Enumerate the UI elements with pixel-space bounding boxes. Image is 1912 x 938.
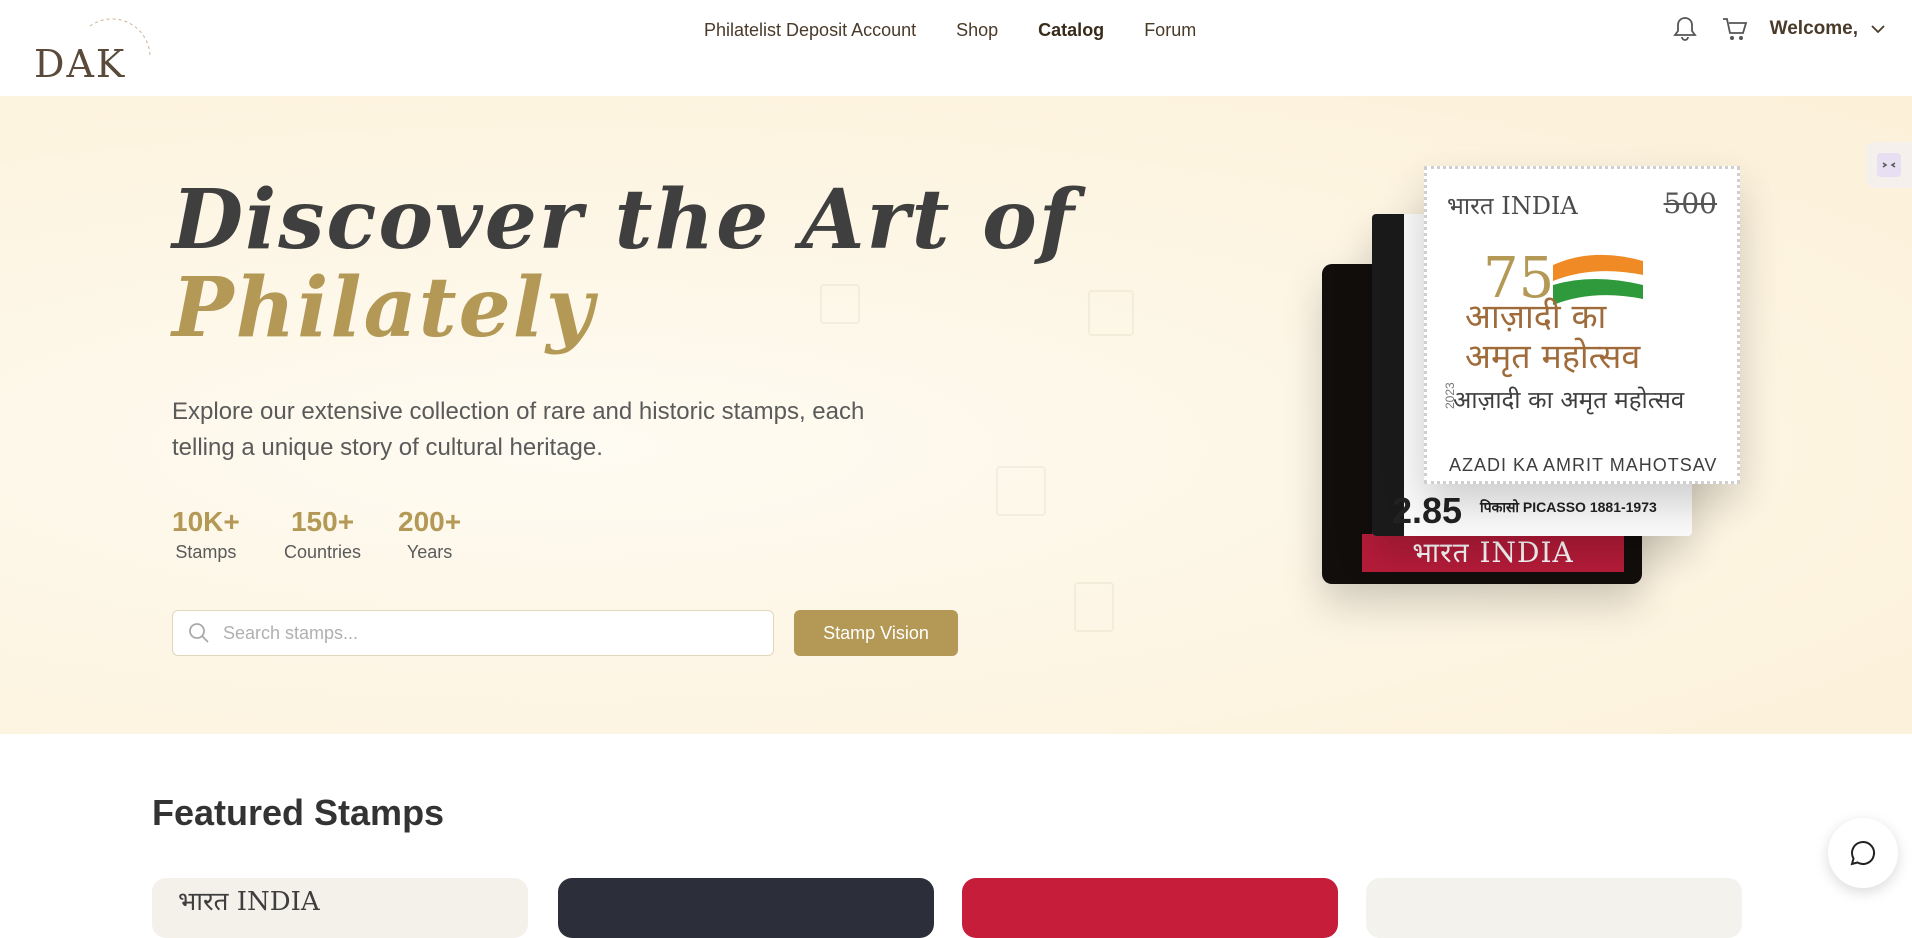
chat-button[interactable] [1828,818,1898,888]
stat-stamps: 10K+ Stamps [172,506,240,563]
stat-label: Stamps [175,542,237,562]
featured-stamps-title: Featured Stamps [152,792,445,833]
hero-title-line1: Discover the Art of [172,172,1077,268]
decorative-stamp-ghost [996,466,1046,516]
stamp-mid-value: 2.85 [1392,490,1463,531]
search-icon [189,623,209,643]
stamp-image-front: भारत INDIA 500 75 आज़ादी का अमृत महोत्सव… [1424,166,1740,484]
hero-section: Discover the Art of Philately Explore ou… [0,96,1912,734]
stamp-front-value: 500 [1663,187,1717,220]
header-actions: Welcome, [1670,14,1886,44]
nav-item-philatelist-deposit-account[interactable]: Philatelist Deposit Account [704,20,916,41]
stamp-vision-button[interactable]: Stamp Vision [794,610,958,656]
featured-card-label: भारत INDIA [178,887,320,917]
stat-label: Years [406,542,453,562]
nav-item-catalog[interactable]: Catalog [1038,20,1104,41]
stat-years: 200+ Years [398,506,461,563]
stamp-mid-caption: पिकासो PICASSO 1881-1973 [1480,499,1657,515]
stat-value: 200+ [398,506,462,537]
side-widget[interactable] [1866,142,1912,188]
logo[interactable]: DAK [30,6,160,86]
decorative-stamp-ghost [1088,290,1134,336]
stat-label: Countries [284,542,362,562]
hero-title-line2: Philately [172,260,596,356]
decorative-stamp-ghost [1074,582,1114,632]
hero-title: Discover the Art of Philately [172,176,1076,352]
stat-value: 150+ [290,506,355,537]
stamp-front-year: 2023 [1443,382,1457,409]
chevron-down-icon [1871,25,1885,34]
featured-card[interactable]: भारत INDIA [152,878,528,938]
stamp-front-hindi-caption: आज़ादी का अमृत महोत्सव [1453,386,1685,414]
search-input[interactable] [223,622,763,644]
search-box [172,610,774,656]
hero-subtitle: Explore our extensive collection of rare… [172,398,865,461]
featured-card[interactable] [558,878,934,938]
cart-icon[interactable] [1720,14,1750,44]
welcome-label: Welcome, [1769,18,1858,39]
stamp-front-country: भारत INDIA [1447,192,1578,220]
stamp-front-hindi-line2: अमृत महोत्सव [1465,337,1641,377]
nav-item-forum[interactable]: Forum [1144,20,1196,41]
stamp-mid-edge [1372,214,1404,536]
code-widget-icon [1877,153,1901,177]
stat-value: 10K+ [172,506,240,537]
top-header: DAK Philatelist Deposit Account Shop Cat… [0,0,1912,96]
main-nav: Philatelist Deposit Account Shop Catalog… [704,20,1196,41]
featured-card[interactable] [962,878,1338,938]
stamp-front-hindi-line1: आज़ादी का [1465,297,1607,337]
user-menu[interactable]: Welcome, [1770,18,1886,40]
stamp-front-hindi-title: आज़ादी का अमृत महोत्सव [1465,297,1640,377]
stamp-back-banner: भारत INDIA [1362,534,1624,572]
stamp-front-english-caption: AZADI KA AMRIT MAHOTSAV [1449,455,1718,475]
chat-bubble-icon [1850,840,1875,866]
nav-item-shop[interactable]: Shop [956,20,998,41]
logo-text: DAK [34,42,127,86]
featured-card[interactable] [1366,878,1742,938]
stat-countries: 150+ Countries [284,506,361,563]
bell-icon[interactable] [1670,14,1700,44]
